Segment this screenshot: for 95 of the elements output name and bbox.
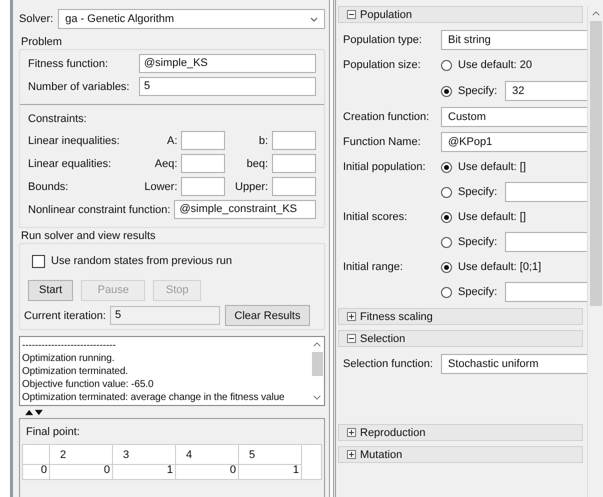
log-line: Optimization terminated. — [22, 365, 129, 378]
section-header[interactable]: Mutation — [338, 446, 583, 463]
input-field[interactable]: 5 — [110, 306, 220, 325]
section-header[interactable]: Reproduction — [338, 424, 583, 441]
field-label: b: — [258, 134, 268, 146]
input-field[interactable]: @simple_constraint_KS — [174, 200, 316, 219]
radio-button[interactable] — [441, 186, 452, 198]
checkbox-label: Use random states from previous run — [51, 255, 232, 267]
radio-button[interactable] — [441, 60, 452, 70]
field-label: Initial population: — [343, 161, 427, 173]
input-field[interactable] — [272, 154, 316, 173]
column-header: 4 — [176, 445, 239, 465]
group-title: Run solver and view results — [20, 229, 157, 243]
log-line: ----------------------------- — [22, 339, 117, 352]
radio-button[interactable] — [441, 286, 452, 298]
column-header: 2 — [50, 445, 113, 465]
section-header[interactable]: Population — [338, 6, 583, 23]
input-field[interactable] — [272, 131, 316, 150]
dropdown[interactable]: Stochastic uniform — [441, 354, 587, 374]
scrollbar[interactable] — [587, 6, 603, 497]
field-label: A: — [166, 134, 178, 146]
scroll-down-icon[interactable] — [313, 395, 321, 400]
table-cell: 1 — [239, 462, 302, 479]
field-label: Selection function: — [343, 358, 434, 370]
table-cell: 0 — [176, 462, 239, 479]
dropdown[interactable]: Custom — [441, 107, 587, 127]
radio-label: Use default: [] — [458, 161, 526, 173]
checkbox[interactable] — [32, 254, 45, 268]
radio-label: Use default: [] — [458, 211, 526, 223]
log-line: Optimization running. — [22, 352, 116, 365]
field-label: Aeq: — [154, 158, 178, 170]
splitter-arrows-icon[interactable] — [23, 409, 45, 416]
field-label: Fitness function: — [28, 58, 110, 70]
radio-label: Specify: — [458, 236, 498, 248]
field-label: Initial range: — [343, 261, 404, 273]
field-label: Initial scores: — [343, 211, 408, 223]
field-label: Population size: — [343, 59, 422, 71]
field-label: Bounds: — [28, 180, 70, 192]
scroll-up-icon[interactable] — [592, 11, 600, 16]
scroll-up-icon[interactable] — [313, 342, 321, 347]
expand-icon[interactable] — [347, 312, 356, 321]
dropdown[interactable]: Bit string — [441, 30, 587, 50]
field-label: Nonlinear constraint function: — [28, 204, 170, 216]
group-title: Problem — [20, 35, 63, 49]
radio-button[interactable] — [441, 86, 452, 96]
clear-results-button[interactable]: Clear Results — [224, 305, 310, 326]
radio-label: Use default: 20 — [458, 59, 532, 71]
field-label: Solver: — [19, 13, 54, 25]
input-field[interactable]: 32 — [505, 81, 587, 101]
section-header[interactable]: Fitness scaling — [338, 308, 583, 325]
solver-dropdown[interactable]: ga - Genetic Algorithm — [58, 9, 325, 29]
log-line: Objective function value: -65.0 — [22, 378, 154, 391]
log-line: Optimization terminated: average change in the fitness value — [22, 391, 286, 404]
field-label: Creation function: — [343, 111, 430, 123]
button[interactable]: Start — [28, 280, 74, 300]
input-field[interactable] — [181, 177, 226, 196]
input-field[interactable] — [505, 282, 587, 302]
input-field[interactable]: @KPop1 — [441, 132, 587, 152]
input-field[interactable] — [181, 131, 226, 150]
expand-icon[interactable] — [347, 450, 356, 459]
input-field[interactable] — [181, 154, 226, 173]
collapse-icon[interactable] — [347, 10, 356, 19]
radio-button[interactable] — [441, 212, 452, 222]
collapse-icon[interactable] — [347, 334, 356, 343]
radio-label: Specify: — [458, 286, 498, 298]
expand-icon[interactable] — [347, 428, 356, 437]
field-label: Function Name: — [343, 136, 422, 148]
section-label: Constraints: — [28, 112, 88, 127]
table-cell: 0 — [23, 462, 50, 479]
table-cell: 0 — [50, 462, 113, 479]
input-field[interactable]: @simple_KS — [139, 54, 316, 73]
field-label: Current iteration: — [24, 310, 106, 322]
input-field[interactable]: 5 — [139, 77, 316, 96]
caret-icon — [310, 16, 318, 22]
section-header[interactable]: Selection — [338, 330, 583, 347]
field-label: Lower: — [143, 180, 178, 192]
field-label: Linear inequalities: — [28, 134, 121, 146]
table-cell: 1 — [113, 462, 176, 479]
radio-button[interactable] — [441, 262, 452, 272]
field-label: Population type: — [343, 34, 423, 46]
radio-label: Specify: — [458, 186, 498, 198]
column-header: 5 — [239, 445, 302, 465]
field-label: beq: — [246, 158, 268, 170]
field-label: Upper: — [234, 180, 268, 192]
panel-title: Final point: — [25, 425, 81, 440]
column-header: 3 — [113, 445, 176, 465]
input-field[interactable] — [505, 232, 587, 252]
field-label: Number of variables: — [28, 80, 130, 92]
radio-label: Specify: — [458, 85, 498, 97]
radio-button[interactable] — [441, 236, 452, 248]
input-field[interactable] — [505, 182, 587, 202]
radio-label: Use default: [0;1] — [458, 261, 542, 273]
input-field[interactable] — [272, 177, 316, 196]
field-label: Linear equalities: — [28, 158, 112, 170]
radio-button[interactable] — [441, 162, 452, 172]
